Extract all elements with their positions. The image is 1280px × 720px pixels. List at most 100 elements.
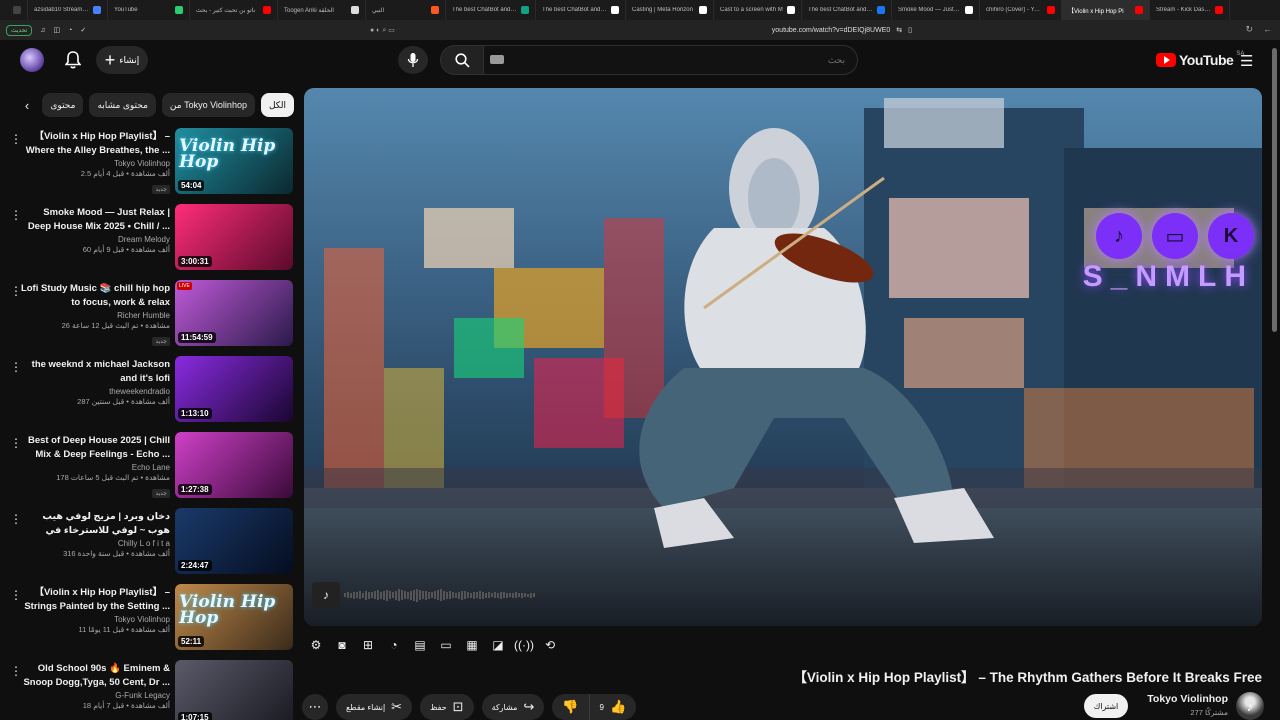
translate-icon[interactable]: ⇆ (896, 26, 902, 34)
browser-update-button[interactable]: تحديث (6, 24, 33, 36)
browser-tab[interactable]: Casting | Meta Horizon (626, 0, 714, 20)
subscribe-button[interactable]: اشتراك (1084, 694, 1128, 718)
create-button[interactable]: + إنشاء (96, 46, 148, 74)
filter-chip[interactable]: الكل (260, 93, 294, 117)
screenshot-camera-icon[interactable]: ◙ (332, 635, 352, 655)
tab-favicon-icon (611, 6, 619, 14)
back-icon[interactable]: ← (1263, 24, 1272, 35)
share-button[interactable]: مشاركة ↪ (481, 694, 545, 720)
recommendation-thumbnail[interactable]: 2:24:47 (175, 508, 293, 574)
share-label: مشاركة (491, 702, 518, 712)
clip-button[interactable]: إنشاء مقطع ✂ (336, 694, 413, 720)
browser-tab[interactable]: Stream - Kick Dashboard (1150, 0, 1230, 20)
recommendation-thumbnail[interactable]: 1:27:38 (175, 432, 293, 498)
browser-tab[interactable]: azsidab10 Stream - Wa (28, 0, 108, 20)
add-to-queue-icon[interactable]: ⊞ (358, 635, 378, 655)
tab-favicon-icon (1135, 6, 1143, 14)
channel-name[interactable]: Tokyo Violinhop (1147, 693, 1228, 705)
recommendation-item[interactable]: ⋮ Smoke Mood — Just Relax | Deep House Mi… (8, 204, 298, 276)
duration-badge: 52:11 (178, 636, 205, 647)
voice-search-mic-icon[interactable] (398, 46, 428, 74)
recommendation-item[interactable]: ⋮ Lofi Study Music 📚 chill hip hop to foc… (8, 280, 298, 352)
search-button[interactable] (440, 45, 484, 75)
recommendation-meta: the weeknd x michael Jackson and it's lo… (20, 358, 170, 406)
cinema-mode-icon[interactable]: ▭ (436, 635, 456, 655)
save-button[interactable]: حفظ ⊡ (420, 694, 474, 720)
filmstrip-icon[interactable]: ▤ (410, 635, 430, 655)
filter-chip[interactable]: محتوى (42, 93, 84, 117)
recommendation-thumbnail[interactable]: 1:13:10 (175, 356, 293, 422)
reload-icon[interactable]: ↻ (1245, 24, 1253, 35)
like-dislike-group: 👎 9 👍 (552, 694, 637, 720)
settings-gear-icon[interactable]: ⚙ (306, 635, 326, 655)
extra-player-controls: ⚙ ◙ ⊞ ◔ ▤ ▭ ▦ ◪ ((·)) ⟲ (306, 632, 560, 658)
video-actions: ⋯ إنشاء مقطع ✂ حفظ ⊡ مشاركة ↪ 👎 9 👍 (302, 694, 637, 720)
page-scrollbar[interactable] (1272, 48, 1277, 332)
browser-tab[interactable]: Toogen Anki الحلقة (278, 0, 366, 20)
music-icon[interactable]: ♫ (40, 27, 45, 34)
more-actions-button[interactable]: ⋯ (302, 694, 328, 720)
whatsapp-icon[interactable]: ◔ (68, 27, 72, 34)
browser-tab-bar: azsidab10 Stream - Wa YouTube ناتو بن تحبت… (0, 0, 1280, 20)
search-input[interactable] (484, 45, 858, 75)
clapper-icon[interactable]: ▦ (462, 635, 482, 655)
youtube-logo-text: YouTube (1179, 52, 1234, 68)
recommendation-item[interactable]: ⋮ دخان وبرد | مزيج لوفي هيب هوب ~ لوفي لل… (8, 508, 298, 580)
recommendation-meta: Old School 90s 🔥 Eminem & Snoop Dogg,Tyg… (20, 662, 170, 710)
recommendation-thumbnail[interactable]: LIVE 11:54:59 (175, 280, 293, 346)
recommendation-thumbnail[interactable]: Violin Hip Hop 52:11 (175, 584, 293, 650)
tab-favicon-icon (521, 6, 529, 14)
browser-tab[interactable]: النبي (366, 0, 446, 20)
dislike-button[interactable]: 👎 (552, 694, 590, 720)
recommendation-item[interactable]: ⋮ 【Violin x Hip Hop Playlist】 – Strings P… (8, 584, 298, 656)
browser-tab[interactable]: chihiro (Cover) - YouTub (980, 0, 1062, 20)
speed-gauge-icon[interactable]: ◔ (384, 635, 404, 655)
youtube-logo[interactable]: YouTube SA (1156, 51, 1244, 68)
account-avatar[interactable] (20, 48, 44, 72)
recommendation-thumbnail[interactable]: 3:00:31 (175, 204, 293, 270)
keyboard-icon[interactable] (490, 55, 504, 64)
youtube-header: + إنشاء YouTube SA ☰ (0, 40, 1280, 80)
address-field[interactable]: ● ◐ ⌕ ▭ youtube.com/watch?v=dDEIQj8UWE0 … (370, 23, 920, 37)
browser-tab[interactable] (0, 0, 28, 20)
recommendation-channel: Richer Humble (117, 311, 170, 320)
recommendation-item[interactable]: ⋮ Best of Deep House 2025 | Chill Mix & D… (8, 432, 298, 504)
notifications-bell-icon[interactable] (62, 49, 84, 71)
vpn-icon[interactable]: ✓ (80, 26, 86, 34)
filter-chip[interactable]: محتوى مشابه (89, 93, 156, 117)
channel-avatar[interactable]: ♪ (1236, 692, 1264, 720)
save-label: حفظ (430, 702, 447, 712)
browser-tab-title: Cast to a screen with M (720, 7, 783, 13)
browser-tab[interactable]: ناتو بن تحبت كتير - بحث (190, 0, 278, 20)
like-count: 9 (599, 702, 604, 712)
loop-icon[interactable]: ⟲ (540, 635, 560, 655)
browser-tab[interactable]: Cast to a screen with M (714, 0, 802, 20)
browser-tab[interactable]: The best ChatBot and W (802, 0, 892, 20)
recommendation-meta: دخان وبرد | مزيج لوفي هيب هوب ~ لوفي للا… (20, 510, 170, 558)
recommendation-item[interactable]: ⋮ the weeknd x michael Jackson and it's l… (8, 356, 298, 428)
recommendation-item[interactable]: ⋮ Old School 90s 🔥 Eminem & Snoop Dogg,Ty… (8, 660, 298, 720)
browser-tab[interactable]: The best ChatBot and W (536, 0, 626, 20)
browser-tab[interactable]: YouTube (108, 0, 190, 20)
browser-tab-title: Smoke Mood — Just Re (898, 7, 961, 13)
browser-tab-title: Toogen Anki الحلقة (284, 7, 334, 14)
screenshot-icon[interactable]: ◫ (54, 26, 61, 34)
recommendation-thumbnail[interactable]: Violin Hip Hop 54:04 (175, 128, 293, 194)
like-button[interactable]: 9 👍 (589, 694, 637, 720)
hamburger-menu-icon[interactable]: ☰ (1240, 52, 1253, 70)
browser-tab[interactable]: The best ChatBot and W (446, 0, 536, 20)
streamer-brand-name: S_NMLH (1082, 260, 1254, 293)
recommendations-list: ⋮ 【Violin x Hip Hop Playlist】 – Where the… (8, 128, 298, 720)
video-player[interactable]: ♪ ▭ K S_NMLH ♪ (304, 88, 1262, 626)
bookmark-icon[interactable]: ▯ (908, 26, 912, 34)
recommendation-stats: 60 ألف مشاهدة • قبل 9 أيام (82, 245, 170, 254)
cast-icon[interactable]: ◪ (488, 635, 508, 655)
browser-tab[interactable]: Smoke Mood — Just Re (892, 0, 980, 20)
recommendation-title: 【Violin x Hip Hop Playlist】 – Strings Pa… (24, 587, 170, 612)
browser-tab[interactable]: 【Violin x Hip Hop Pl (1062, 0, 1150, 20)
recommendation-thumbnail[interactable]: 1:07:15 (175, 660, 293, 720)
extension-icons[interactable]: ● ◐ ⌕ ▭ (370, 26, 395, 35)
broadcast-icon[interactable]: ((·)) (514, 635, 534, 655)
recommendation-item[interactable]: ⋮ 【Violin x Hip Hop Playlist】 – Where the… (8, 128, 298, 200)
filter-chip[interactable]: من Tokyo Violinhop (161, 93, 255, 117)
